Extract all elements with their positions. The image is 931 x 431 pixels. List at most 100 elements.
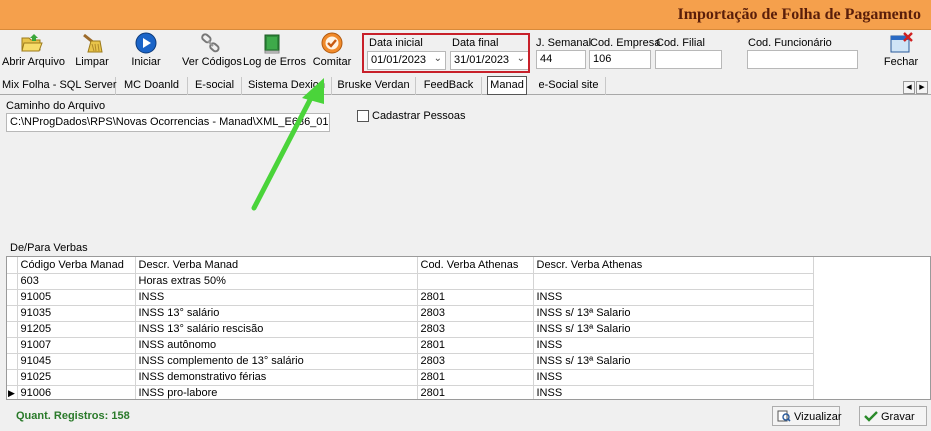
- employee-code-label: Cod. Funcionário: [748, 37, 832, 49]
- broom-icon: [83, 33, 103, 53]
- table-cell[interactable]: 91007: [17, 337, 136, 354]
- column-header[interactable]: Cod. Verba Athenas: [417, 257, 534, 274]
- table-cell[interactable]: 91045: [17, 353, 136, 370]
- table-cell[interactable]: [417, 273, 534, 290]
- table-cell[interactable]: 2801: [417, 289, 534, 306]
- preview-label: Vizualizar: [794, 411, 842, 423]
- save-label: Gravar: [881, 411, 915, 423]
- table-cell[interactable]: [533, 273, 814, 290]
- play-icon: [135, 32, 157, 54]
- company-code-label: Cod. Empresa: [590, 37, 661, 49]
- table-cell[interactable]: INSS complemento de 13° salário: [135, 353, 418, 370]
- table-cell[interactable]: 2801: [417, 385, 534, 399]
- column-header[interactable]: Descr. Verba Athenas: [533, 257, 814, 274]
- table-cell[interactable]: INSS demonstrativo férias: [135, 369, 418, 386]
- table-cell[interactable]: 91025: [17, 369, 136, 386]
- open-file-button[interactable]: Abrir Arquivo: [2, 32, 65, 72]
- open-file-label: Abrir Arquivo: [2, 56, 65, 68]
- table-cell[interactable]: INSS pro-labore: [135, 385, 418, 399]
- branch-code-label: Cod. Filial: [656, 37, 705, 49]
- weekly-field[interactable]: 44: [536, 50, 586, 69]
- table-row[interactable]: 91005 INSS 2801 INSS: [7, 289, 814, 306]
- error-log-label: Log de Erros: [243, 56, 306, 68]
- tab-mix-folha[interactable]: Mix Folha - SQL Server: [2, 77, 117, 95]
- start-button[interactable]: Iniciar: [126, 32, 166, 72]
- clear-button[interactable]: Limpar: [70, 32, 114, 72]
- table-cell[interactable]: INSS: [533, 385, 814, 399]
- tab-bruske-verdan[interactable]: Bruske Verdan: [332, 77, 416, 95]
- register-people-label: Cadastrar Pessoas: [372, 110, 466, 122]
- table-cell[interactable]: 2801: [417, 369, 534, 386]
- row-indicator[interactable]: ▶: [7, 385, 18, 399]
- table-cell[interactable]: INSS s/ 13ª Salario: [533, 321, 814, 338]
- table-cell[interactable]: 91205: [17, 321, 136, 338]
- row-indicator[interactable]: [7, 305, 18, 322]
- table-cell[interactable]: 2803: [417, 321, 534, 338]
- book-icon: [264, 34, 280, 54]
- annotation-arrow: [251, 78, 324, 211]
- table-row[interactable]: 91025 INSS demonstrativo férias 2801 INSS: [7, 369, 814, 386]
- table-cell[interactable]: INSS s/ 13ª Salario: [533, 305, 814, 322]
- column-header[interactable]: Código Verba Manad: [17, 257, 136, 274]
- table-cell[interactable]: INSS: [533, 369, 814, 386]
- row-indicator[interactable]: [7, 369, 18, 386]
- tab-feedback[interactable]: FeedBack: [416, 77, 482, 95]
- row-indicator[interactable]: [7, 289, 18, 306]
- tab-e-social[interactable]: E-social: [188, 77, 242, 95]
- table-cell[interactable]: INSS 13° salário rescisão: [135, 321, 418, 338]
- file-path-label: Caminho do Arquivo: [6, 100, 106, 112]
- tab-scroll-right-icon[interactable]: ▶: [916, 81, 928, 94]
- clear-label: Limpar: [75, 56, 109, 68]
- tab-manad[interactable]: Manad: [487, 76, 527, 95]
- table-cell[interactable]: INSS: [533, 337, 814, 354]
- tab-scroll-left-icon[interactable]: ◀: [903, 81, 915, 94]
- employee-code-field[interactable]: [747, 50, 858, 69]
- row-indicator[interactable]: [7, 273, 18, 290]
- row-indicator[interactable]: [7, 257, 18, 274]
- table-cell[interactable]: 2803: [417, 353, 534, 370]
- table-cell[interactable]: 603: [17, 273, 136, 290]
- table-cell[interactable]: INSS 13° salário: [135, 305, 418, 322]
- table-cell[interactable]: INSS s/ 13ª Salario: [533, 353, 814, 370]
- table-cell[interactable]: INSS: [533, 289, 814, 306]
- company-code-field[interactable]: 106: [589, 50, 651, 69]
- table-row[interactable]: 91035 INSS 13° salário 2803 INSS s/ 13ª Sal…: [7, 305, 814, 322]
- verbas-table: Código Verba Manad Descr. Verba Manad Cod.…: [7, 257, 814, 399]
- tab-mc-doanld[interactable]: MC Doanld: [116, 77, 188, 95]
- table-cell[interactable]: INSS autônomo: [135, 337, 418, 354]
- table-row[interactable]: 91007 INSS autônomo 2801 INSS: [7, 337, 814, 354]
- table-cell[interactable]: 91035: [17, 305, 136, 322]
- table-cell[interactable]: 2801: [417, 337, 534, 354]
- table-row[interactable]: 91045 INSS complemento de 13° salário 2803…: [7, 353, 814, 370]
- table-cell[interactable]: Horas extras 50%: [135, 273, 418, 290]
- table-row[interactable]: 603 Horas extras 50%: [7, 273, 814, 290]
- table-cell[interactable]: INSS: [135, 289, 418, 306]
- row-indicator[interactable]: [7, 321, 18, 338]
- table-row[interactable]: ▶ 91006 INSS pro-labore 2801 INSS: [7, 385, 814, 399]
- table-cell[interactable]: 91005: [17, 289, 136, 306]
- column-header[interactable]: Descr. Verba Manad: [135, 257, 418, 274]
- preview-button[interactable]: Vizualizar: [772, 406, 842, 426]
- register-people-checkbox[interactable]: [357, 110, 369, 122]
- close-button[interactable]: Fechar: [882, 32, 920, 72]
- error-log-button[interactable]: Log de Erros: [243, 32, 306, 72]
- row-indicator[interactable]: [7, 337, 18, 354]
- date-highlight-box: [362, 33, 530, 73]
- tab-e-social-site[interactable]: e-Social site: [532, 77, 606, 95]
- table-row[interactable]: 91205 INSS 13° salário rescisão 2803 INSS s…: [7, 321, 814, 338]
- commit-button[interactable]: Comitar: [312, 32, 352, 72]
- view-codes-button[interactable]: Ver Códigos: [182, 32, 242, 72]
- record-count: Quant. Registros: 158: [16, 410, 130, 422]
- table-cell[interactable]: 91006: [17, 385, 136, 399]
- table-header-row: Código Verba Manad Descr. Verba Manad Cod.…: [7, 257, 814, 274]
- save-button[interactable]: Gravar: [859, 406, 927, 426]
- table-cell[interactable]: 2803: [417, 305, 534, 322]
- view-codes-label: Ver Códigos: [182, 56, 242, 68]
- branch-code-field[interactable]: [655, 50, 722, 69]
- start-label: Iniciar: [131, 56, 161, 68]
- checkmark-icon: [864, 411, 878, 422]
- commit-label: Comitar: [312, 56, 352, 68]
- row-indicator[interactable]: [7, 353, 18, 370]
- de-para-grid: Código Verba Manad Descr. Verba Manad Cod.…: [6, 256, 931, 400]
- window-close-icon: [890, 32, 913, 53]
